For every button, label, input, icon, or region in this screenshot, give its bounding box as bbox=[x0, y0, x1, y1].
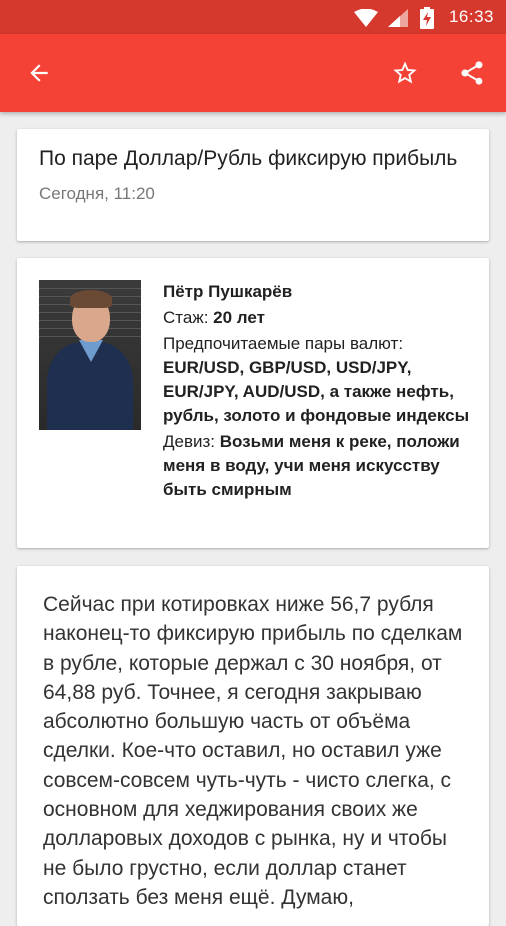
signal-icon bbox=[388, 9, 408, 27]
star-outline-icon bbox=[393, 61, 417, 84]
experience-value: 20 лет bbox=[213, 308, 265, 327]
share-button[interactable] bbox=[448, 49, 496, 97]
experience-label: Стаж: bbox=[163, 308, 209, 327]
post-date: Сегодня, 11:20 bbox=[39, 184, 155, 203]
author-name: Пётр Пушкарёв bbox=[163, 282, 293, 301]
arrow-back-icon bbox=[30, 64, 48, 82]
status-bar: 16:33 bbox=[0, 0, 506, 34]
app-toolbar bbox=[0, 34, 506, 112]
back-button[interactable] bbox=[15, 49, 63, 97]
pairs-label: Предпочитаемые пары валют: bbox=[163, 334, 404, 353]
author-photo bbox=[39, 280, 141, 430]
author-motto: Девиз: Возьми меня к реке, положи меня в… bbox=[163, 430, 473, 502]
post-body-card: Сейчас при котировках ниже 56,7 рубля на… bbox=[17, 566, 489, 926]
author-card: Пётр Пушкарёв Стаж: 20 лет Предпочитаемы… bbox=[17, 258, 489, 548]
author-experience: Стаж: 20 лет bbox=[163, 306, 473, 330]
status-time: 16:33 bbox=[448, 7, 494, 26]
author-info: Пётр Пушкарёв Стаж: 20 лет Предпочитаемы… bbox=[163, 280, 473, 504]
share-icon bbox=[461, 61, 483, 85]
post-title: По паре Доллар/Рубль фиксирую прибыль bbox=[39, 147, 458, 170]
author-pairs: Предпочитаемые пары валют: EUR/USD, GBP/… bbox=[163, 332, 473, 428]
favorite-button[interactable] bbox=[381, 49, 429, 97]
battery-charging-icon bbox=[420, 7, 434, 29]
post-body-text: Сейчас при котировках ниже 56,7 рубля на… bbox=[43, 593, 463, 909]
motto-label: Девиз: bbox=[163, 432, 216, 451]
pairs-value: EUR/USD, GBP/USD, USD/JPY, EUR/JPY, AUD/… bbox=[163, 358, 470, 425]
post-header-card: По паре Доллар/Рубль фиксирую прибыль Се… bbox=[17, 129, 489, 241]
wifi-icon bbox=[354, 9, 378, 27]
